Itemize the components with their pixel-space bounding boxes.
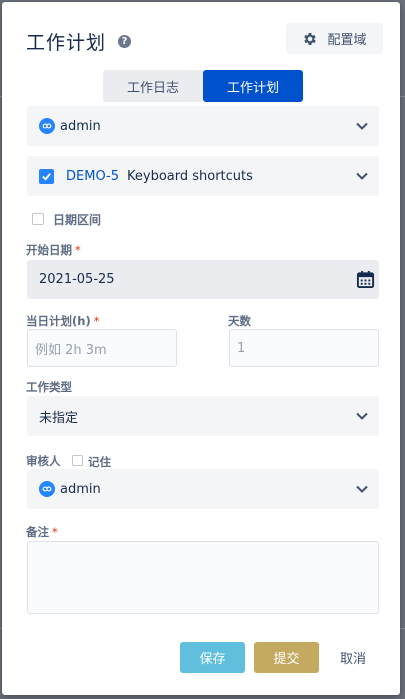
calendar-icon[interactable] xyxy=(356,270,375,289)
start-date-label: 开始日期 * xyxy=(26,243,81,257)
date-range-checkbox[interactable] xyxy=(32,213,44,225)
work-type-select[interactable]: 未指定 xyxy=(27,396,379,436)
reviewer-select[interactable]: admin xyxy=(27,469,379,509)
chevron-down-icon xyxy=(356,172,368,180)
issue-key[interactable]: DEMO-5 xyxy=(66,169,119,184)
start-date-field[interactable]: 2021-05-25 xyxy=(27,260,379,299)
submit-button[interactable]: 提交 xyxy=(254,642,319,673)
tab-bar: 工作日志 工作计划 xyxy=(103,70,303,102)
tab-work-log[interactable]: 工作日志 xyxy=(103,70,203,102)
issue-select[interactable]: DEMO-5 Keyboard shortcuts xyxy=(27,156,379,196)
days-input[interactable]: 1 xyxy=(229,329,379,367)
gear-icon xyxy=(304,32,317,45)
date-range-label: 日期区间 xyxy=(53,213,102,227)
cancel-button[interactable]: 取消 xyxy=(327,642,379,673)
remarks-textarea[interactable] xyxy=(27,541,379,614)
user-select[interactable]: admin xyxy=(27,106,379,146)
work-type-label: 工作类型 xyxy=(26,380,72,394)
config-fields-button[interactable]: 配置域 xyxy=(286,23,383,54)
config-fields-label: 配置域 xyxy=(327,33,367,48)
save-button[interactable]: 保存 xyxy=(180,642,245,673)
daily-plan-placeholder: 例如 2h 3m xyxy=(35,342,107,358)
remember-label: 记住 xyxy=(88,455,111,469)
daily-plan-input[interactable]: 例如 2h 3m xyxy=(27,329,177,367)
days-placeholder: 1 xyxy=(237,340,246,356)
chevron-down-icon xyxy=(356,412,368,420)
dialog-title: 工作计划 xyxy=(26,32,107,54)
remember-checkbox[interactable] xyxy=(72,455,83,466)
user-avatar-icon xyxy=(39,118,55,134)
reviewer-select-value: admin xyxy=(60,481,101,497)
work-plan-dialog: 工作计划 ? 配置域 工作日志 工作计划 admin DEMO-5 Keyboa… xyxy=(2,2,400,695)
help-icon[interactable]: ? xyxy=(118,35,131,48)
user-avatar-icon xyxy=(39,481,55,497)
remarks-label: 备注 * xyxy=(26,525,58,539)
reviewer-label: 审核人 xyxy=(26,454,61,468)
chevron-down-icon xyxy=(356,485,368,493)
issue-checkbox[interactable] xyxy=(39,168,54,184)
tab-work-plan[interactable]: 工作计划 xyxy=(203,70,303,102)
user-select-value: admin xyxy=(60,118,101,134)
start-date-value: 2021-05-25 xyxy=(39,272,115,287)
chevron-down-icon xyxy=(356,122,368,130)
days-label: 天数 xyxy=(228,314,251,328)
issue-summary: Keyboard shortcuts xyxy=(127,168,253,184)
work-type-value: 未指定 xyxy=(39,410,79,426)
daily-plan-label: 当日计划(h) * xyxy=(26,314,100,328)
